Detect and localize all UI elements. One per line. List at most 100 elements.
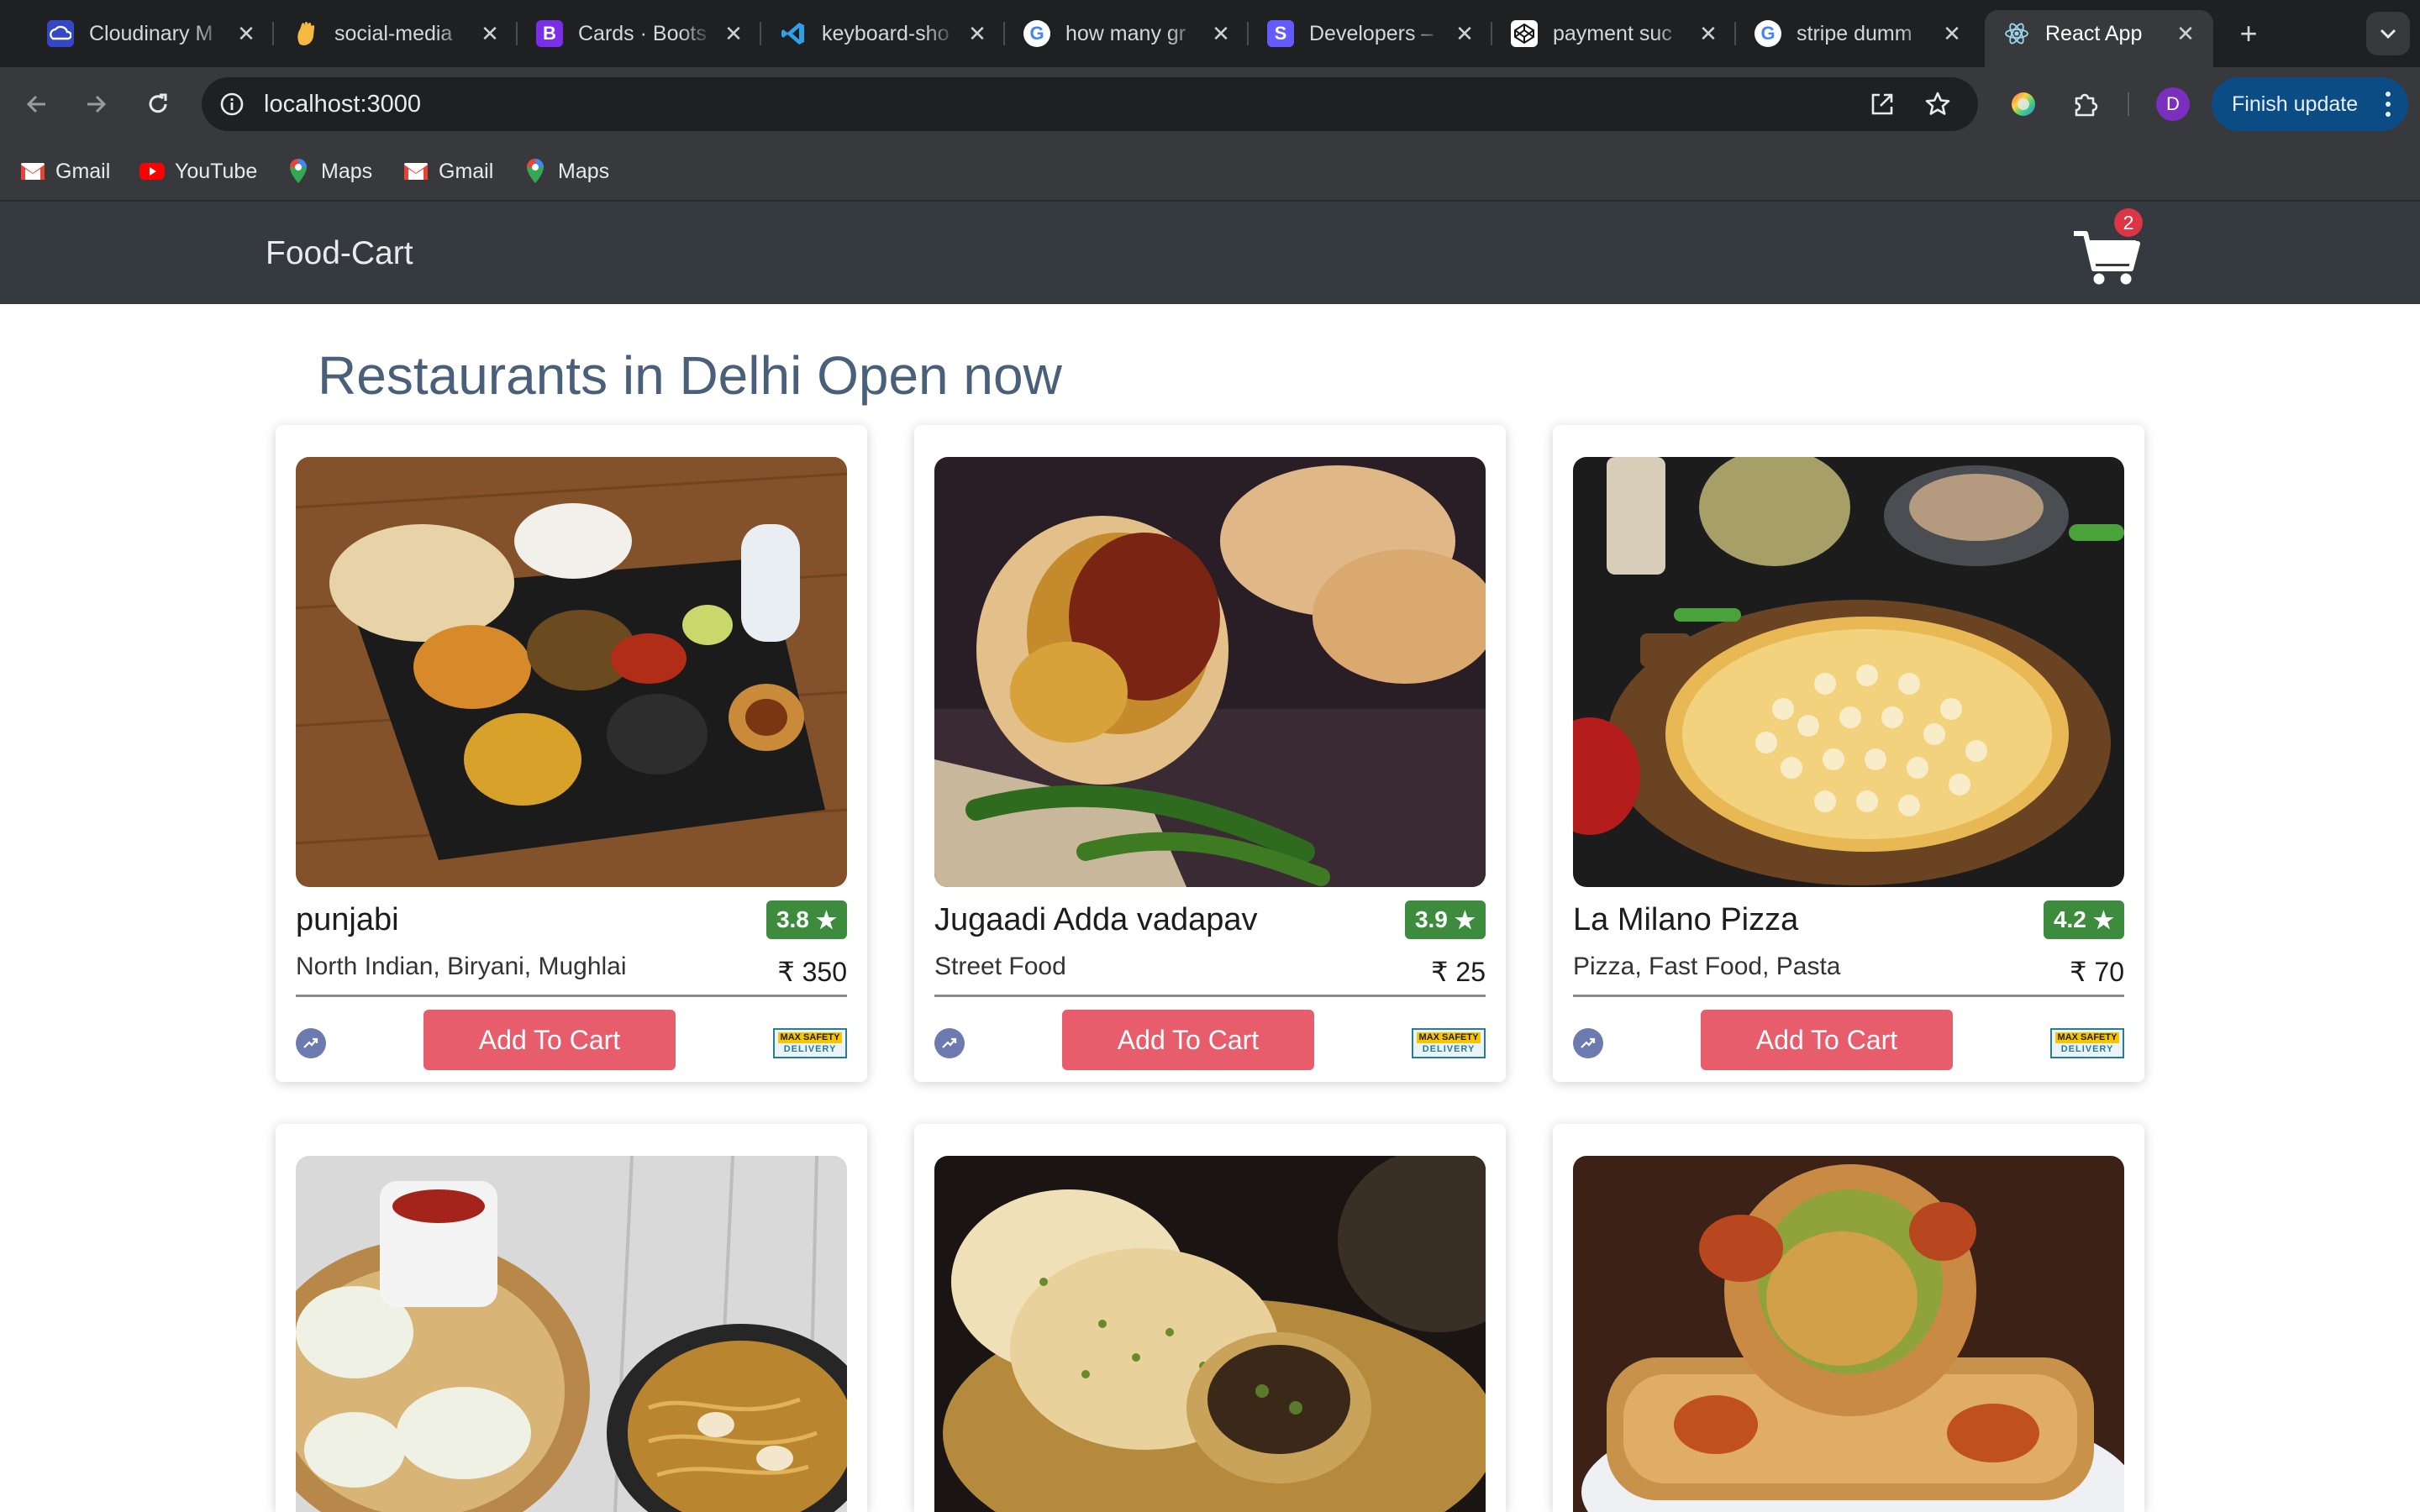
rating-badge: 3.9 ★ [1404,900,1486,939]
tab-title: keyboard-sho [822,21,950,45]
close-icon[interactable]: ✕ [965,21,990,46]
google-icon: G [1754,20,1781,47]
brand-logo[interactable]: Food-Cart [266,235,413,272]
price-text: ₹ 70 [2070,957,2124,987]
close-icon[interactable]: ✕ [1939,21,1965,46]
site-info-icon[interactable] [215,87,249,121]
url-text[interactable]: localhost:3000 [264,91,421,118]
restaurant-card[interactable]: punjabi 3.8 ★ North Indian, Biryani, Mugh… [276,425,867,1082]
bookmark-gmail-2[interactable]: Gmail [403,156,493,186]
browser-toolbar: localhost:3000 D Finish update [0,67,2420,141]
restaurant-image [296,1156,847,1512]
youtube-icon [139,159,165,184]
max-safety-badge: MAX SAFETY DELIVERY [773,1028,847,1058]
update-label: Finish update [2232,92,2359,116]
reload-button[interactable] [136,82,180,126]
tab-cloudinary[interactable]: Cloudinary M ✕ [29,10,274,57]
tab-react-app[interactable]: React App ✕ [1985,10,2213,67]
back-button[interactable] [15,82,59,126]
rating-badge: 4.2 ★ [2043,900,2124,939]
safety-line-2: DELIVERY [2060,1044,2114,1054]
close-icon[interactable]: ✕ [234,21,259,46]
restaurant-card[interactable] [276,1124,867,1512]
restaurant-card[interactable] [1553,1124,2144,1512]
safety-line-1: MAX SAFETY [2054,1032,2120,1043]
codepen-icon [1511,20,1538,47]
safety-line-2: DELIVERY [1422,1044,1476,1054]
vscode-icon [780,20,807,47]
cuisine-text: Street Food [934,953,1066,980]
close-icon[interactable]: ✕ [2173,21,2198,46]
divider [296,995,847,997]
cuisine-text: North Indian, Biryani, Mughlai [296,953,627,980]
toolbar-divider [2128,92,2129,116]
restaurant-image [934,1156,1486,1512]
add-to-cart-button[interactable]: Add To Cart [424,1010,676,1070]
divider [1573,995,2124,997]
tab-payment-success[interactable]: payment suc ✕ [1492,10,1736,57]
color-extension-icon[interactable] [2005,86,2042,123]
tab-stripe-dummy[interactable]: G stripe dumm ✕ [1736,10,1980,57]
tab-stripe-developers[interactable]: S Developers – ✕ [1249,10,1492,57]
restaurant-card[interactable] [914,1124,1506,1512]
add-to-cart-button[interactable]: Add To Cart [1701,1010,1953,1070]
star-icon: ★ [2092,906,2114,933]
max-safety-badge: MAX SAFETY DELIVERY [1412,1028,1486,1058]
bookmark-gmail[interactable]: Gmail [20,156,110,186]
restaurant-image [1573,1156,2124,1512]
forward-button[interactable] [74,82,118,126]
bookmark-star-icon[interactable] [1921,87,1954,121]
address-bar[interactable]: localhost:3000 [202,77,1978,131]
bookmark-maps-2[interactable]: Maps [523,156,609,186]
star-icon: ★ [815,906,837,933]
tab-google-search[interactable]: G how many gr ✕ [1005,10,1249,57]
restaurant-name: Jugaadi Adda vadapav [934,902,1258,937]
bookmark-label: Maps [558,159,610,183]
restaurant-card[interactable]: La Milano Pizza 4.2 ★ Pizza, Fast Food, P… [1553,425,2144,1082]
trending-icon [934,1028,965,1058]
profile-avatar[interactable]: D [2156,87,2190,121]
cuisine-text: Pizza, Fast Food, Pasta [1573,953,1841,980]
rating-value: 3.8 [776,906,809,932]
maps-icon [523,159,548,184]
rating-value: 3.9 [1414,906,1448,932]
tab-bootstrap-cards[interactable]: B Cards · Boots ✕ [518,10,761,57]
price-text: ₹ 350 [777,957,847,987]
cloudinary-icon [47,20,74,47]
max-safety-badge: MAX SAFETY DELIVERY [2050,1028,2124,1058]
bookmark-maps[interactable]: Maps [286,156,372,186]
open-in-app-icon[interactable] [1865,87,1899,121]
close-icon[interactable]: ✕ [1696,21,1721,46]
tab-strip: Cloudinary M ✕ social-media ✕ B Cards · … [0,0,2420,67]
divider [934,995,1486,997]
restaurant-image [1573,457,2124,887]
bookmark-label: Maps [321,159,373,183]
page-title: Restaurants in Delhi Open now [318,345,1062,406]
close-icon[interactable]: ✕ [1208,21,1234,46]
tab-social-media[interactable]: social-media ✕ [274,10,518,57]
close-icon[interactable]: ✕ [1452,21,1477,46]
tab-keyboard-shortcuts[interactable]: keyboard-sho ✕ [761,10,1005,57]
arrow-right-icon [87,95,107,113]
safety-line-2: DELIVERY [783,1044,837,1054]
restaurant-image [934,457,1486,887]
restaurant-card[interactable]: Jugaadi Adda vadapav 3.9 ★ Street Food ₹ … [914,425,1506,1082]
finish-update-button[interactable]: Finish update [2212,77,2408,131]
bookmarks-bar: Gmail YouTube Maps Gmail Maps [0,141,2420,202]
gmail-icon [403,159,429,184]
extensions-icon[interactable] [2067,86,2104,123]
add-to-cart-button[interactable]: Add To Cart [1062,1010,1314,1070]
new-tab-button[interactable]: + [2230,15,2267,52]
arrow-left-icon [26,95,45,113]
star-icon: ★ [1454,906,1476,933]
stripe-icon: S [1267,20,1294,47]
chevron-down-icon [2380,29,2396,39]
tab-search-button[interactable] [2366,12,2410,55]
restaurant-image [296,457,847,887]
close-icon[interactable]: ✕ [477,21,502,46]
close-icon[interactable]: ✕ [721,21,746,46]
tab-title: Developers – [1309,21,1434,45]
bookmark-youtube[interactable]: YouTube [139,156,257,186]
bookmark-label: Gmail [55,159,111,183]
safety-line-1: MAX SAFETY [1416,1032,1481,1043]
